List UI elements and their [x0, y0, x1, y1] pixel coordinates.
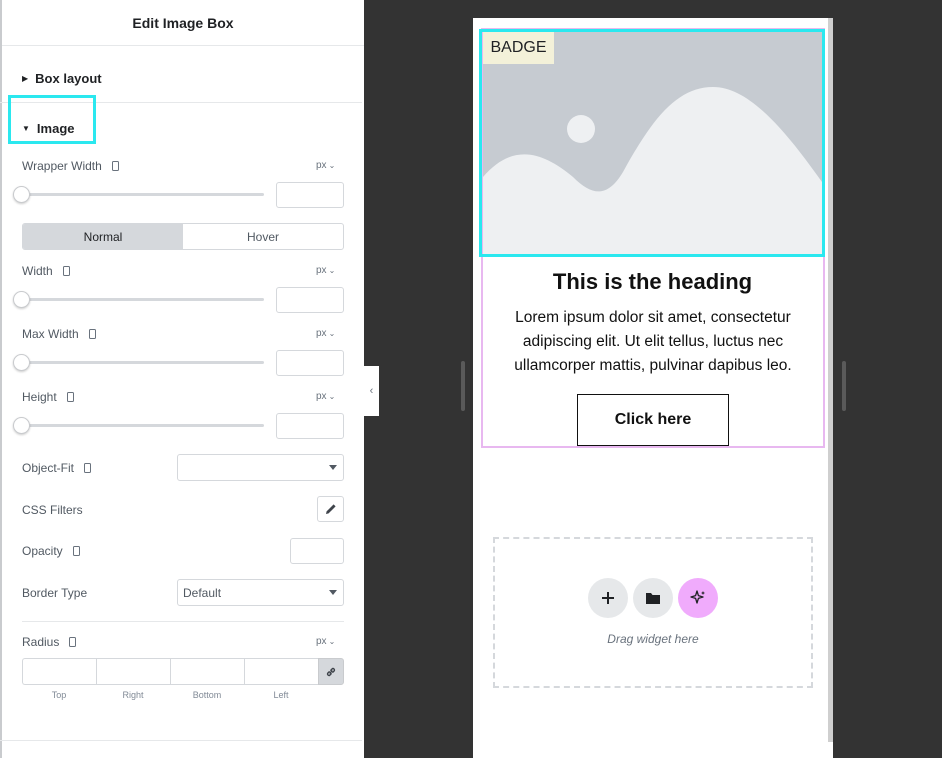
- tab-hover[interactable]: Hover: [183, 224, 343, 249]
- add-template-button[interactable]: [633, 578, 673, 618]
- tab-normal[interactable]: Normal: [23, 224, 183, 249]
- wrapper-width-slider[interactable]: [22, 193, 264, 196]
- chevron-down-icon: ⌄: [328, 161, 336, 170]
- mobile-device-icon[interactable]: [72, 546, 80, 556]
- radius-top-label: Top: [51, 690, 67, 700]
- radius-left-input[interactable]: [244, 658, 318, 685]
- radius-text: Radius: [22, 635, 60, 649]
- dropdown-arrow-icon: [329, 465, 337, 470]
- radius-inputs: [22, 658, 344, 685]
- radius-top-input[interactable]: [22, 658, 96, 685]
- radius-left-label: Left: [273, 690, 289, 700]
- chevron-down-icon: ⌄: [328, 266, 336, 275]
- wrapper-width-input[interactable]: [276, 182, 344, 208]
- badge: BADGE: [483, 32, 554, 64]
- border-type-label: Border Type: [22, 586, 87, 600]
- width-label: Width: [22, 264, 70, 278]
- link-icon: [326, 667, 336, 676]
- radius-unit[interactable]: px ⌄: [316, 636, 335, 647]
- opacity-text: Opacity: [22, 544, 63, 558]
- height-slider-handle[interactable]: [13, 417, 30, 434]
- panel-title: Edit Image Box: [2, 0, 364, 46]
- folder-icon: [646, 593, 660, 604]
- unit-text: px: [316, 328, 327, 339]
- unit-text: px: [316, 160, 327, 171]
- widget-heading: This is the heading: [552, 269, 753, 294]
- add-widget-button[interactable]: [588, 578, 628, 618]
- border-type-text: Border Type: [22, 586, 88, 600]
- max-width-unit[interactable]: px ⌄: [316, 328, 335, 339]
- section-image-highlight: [8, 95, 96, 144]
- radius-label: Radius: [22, 635, 77, 649]
- radius-bottom-input[interactable]: [170, 658, 244, 685]
- chevron-down-icon: ⌄: [328, 637, 336, 646]
- height-text: Height: [22, 390, 57, 404]
- object-fit-label: Object-Fit: [22, 461, 92, 475]
- height-unit[interactable]: px ⌄: [316, 391, 335, 402]
- left-resize-handle[interactable]: [461, 361, 465, 411]
- object-fit-text: Object-Fit: [22, 461, 75, 475]
- section-box-layout-label: Box layout: [35, 70, 102, 86]
- unit-text: px: [316, 636, 327, 647]
- mobile-device-icon[interactable]: [69, 637, 77, 647]
- wrapper-width-slider-handle[interactable]: [13, 186, 30, 203]
- css-filters-text: CSS Filters: [22, 503, 83, 517]
- border-type-value: Default: [183, 585, 222, 600]
- mobile-device-icon[interactable]: [66, 392, 74, 402]
- mobile-device-icon[interactable]: [62, 266, 70, 276]
- radius-right-label: Right: [122, 690, 144, 700]
- sparkle-icon: [690, 590, 705, 604]
- collapse-panel-button[interactable]: ‹: [364, 366, 379, 416]
- wrapper-width-text: Wrapper Width: [22, 159, 102, 173]
- css-filters-edit-button[interactable]: [317, 496, 344, 522]
- height-input[interactable]: [276, 413, 344, 439]
- radius-right-input[interactable]: [96, 658, 170, 685]
- border-type-select[interactable]: Default: [177, 579, 344, 606]
- width-text: Width: [22, 264, 53, 278]
- opacity-input[interactable]: [290, 538, 344, 564]
- width-slider[interactable]: [22, 298, 264, 301]
- dropzone-label: Drag widget here: [607, 632, 699, 646]
- width-slider-handle[interactable]: [13, 291, 30, 308]
- plus-icon: [602, 592, 614, 604]
- canvas-scrollbar[interactable]: [828, 18, 833, 742]
- chevron-down-icon: ⌄: [328, 329, 336, 338]
- max-width-input[interactable]: [276, 350, 344, 376]
- css-filters-label: CSS Filters: [22, 503, 83, 517]
- mobile-device-icon[interactable]: [88, 329, 96, 339]
- mobile-device-icon[interactable]: [84, 463, 92, 473]
- max-width-text: Max Width: [22, 327, 79, 341]
- section-box-layout[interactable]: ▶ Box layout: [0, 62, 362, 94]
- object-fit-select[interactable]: [177, 454, 344, 481]
- opacity-label: Opacity: [22, 544, 80, 558]
- dropdown-arrow-icon: [329, 590, 337, 595]
- control-divider: [22, 621, 344, 622]
- height-slider[interactable]: [22, 424, 264, 427]
- pencil-icon: [325, 504, 336, 514]
- mobile-device-icon[interactable]: [111, 161, 119, 171]
- chevron-left-icon: ‹: [369, 385, 374, 397]
- chevron-down-icon: ⌄: [328, 392, 336, 401]
- ai-generate-button[interactable]: [678, 578, 718, 618]
- right-resize-handle[interactable]: [842, 361, 846, 411]
- state-tabs: Normal Hover: [22, 223, 344, 250]
- max-width-slider[interactable]: [22, 361, 264, 364]
- radius-bottom-label: Bottom: [192, 690, 222, 700]
- unit-text: px: [316, 391, 327, 402]
- wrapper-width-unit[interactable]: px ⌄: [316, 160, 335, 171]
- section-divider: [0, 740, 362, 741]
- max-width-label: Max Width: [22, 327, 96, 341]
- widget-description: Lorem ipsum dolor sit amet, consectetur …: [514, 309, 792, 374]
- caret-right-icon: ▶: [22, 73, 29, 83]
- width-input[interactable]: [276, 287, 344, 313]
- radius-side-labels: Top Right Bottom Left: [22, 690, 318, 700]
- max-width-slider-handle[interactable]: [13, 354, 30, 371]
- unit-text: px: [316, 265, 327, 276]
- click-here-button[interactable]: Click here: [577, 394, 729, 446]
- link-values-button[interactable]: [318, 658, 344, 685]
- height-label: Height: [22, 390, 74, 404]
- width-unit[interactable]: px ⌄: [316, 265, 335, 276]
- wrapper-width-label: Wrapper Width: [22, 159, 119, 173]
